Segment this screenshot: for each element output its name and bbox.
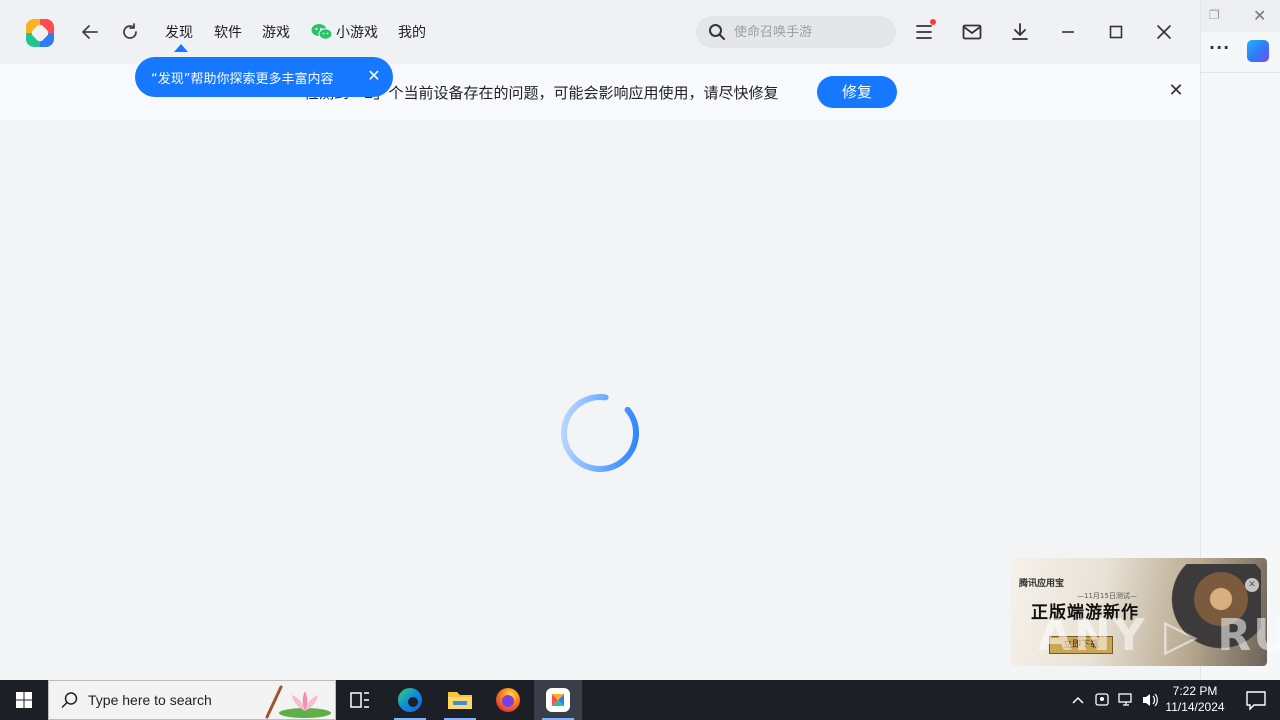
search-input[interactable] [732,21,882,43]
network-icon[interactable] [1114,680,1138,720]
restore-icon[interactable]: ❐ [1209,8,1221,22]
volume-icon[interactable] [1138,680,1162,720]
nav-software[interactable]: 软件 [214,22,242,44]
firefox-icon[interactable] [484,680,532,720]
clock-time: 7:22 PM [1172,684,1218,698]
taskbar-search-placeholder: Type here to search [88,692,212,708]
nav-mine[interactable]: 我的 [398,22,426,44]
task-view-icon[interactable] [336,680,384,720]
loading-spinner [558,391,642,475]
chevron-up-icon[interactable] [1066,680,1090,720]
titlebar: 发现 软件 游戏 小游戏 我的 [0,0,1200,64]
download-icon[interactable] [1008,20,1032,44]
close-icon[interactable]: ✕ [1253,6,1266,25]
file-explorer-icon[interactable] [436,680,484,720]
copilot-icon[interactable] [1247,40,1269,62]
nav-games[interactable]: 游戏 [262,22,290,44]
system-clock[interactable]: 7:22 PM 11/14/2024 [1160,683,1230,715]
divider [1201,72,1280,73]
nav-mini-games[interactable]: 小游戏 [336,22,378,44]
lotus-illustration-icon [259,683,335,719]
back-arrow-icon[interactable] [78,20,102,44]
tooltip-text: “发现”帮助你探索更多丰富内容 [151,72,334,87]
windows-start-icon[interactable] [0,680,48,720]
tooltip-close-icon[interactable]: ✕ [363,65,385,87]
ad-close-icon[interactable]: ✕ [1245,578,1259,592]
mail-icon[interactable] [960,20,984,44]
taskbar-search-box[interactable]: Type here to search [48,680,336,720]
search-box[interactable] [696,16,896,48]
app-logo [26,19,54,47]
clock-date: 11/14/2024 [1165,700,1225,714]
nav-discover[interactable]: 发现 [165,22,193,52]
repair-button[interactable]: 修复 [817,76,897,108]
search-icon [708,23,726,41]
discover-tooltip: “发现”帮助你探索更多丰富内容 ✕ [135,57,393,97]
edge-icon[interactable] [386,680,434,720]
refresh-icon[interactable] [118,20,142,44]
taskbar: Type here to search 7:22 PM 11/14/2024 [0,680,1280,720]
meet-icon[interactable] [1090,680,1114,720]
ad-brand: 腾讯应用宝 [1019,579,1065,589]
notification-dot [930,19,936,25]
search-icon [61,691,79,709]
watermark: ANY ▷ RUN [1038,610,1280,661]
notice-close-icon[interactable]: ✕ [1166,81,1186,101]
wechat-icon [311,23,333,41]
minimize-icon[interactable] [1056,20,1080,44]
close-icon[interactable] [1152,20,1176,44]
app-store-icon[interactable] [534,680,582,720]
notification-icon[interactable] [1232,680,1280,720]
maximize-icon[interactable] [1104,20,1128,44]
more-options-icon[interactable]: ··· [1209,38,1230,57]
